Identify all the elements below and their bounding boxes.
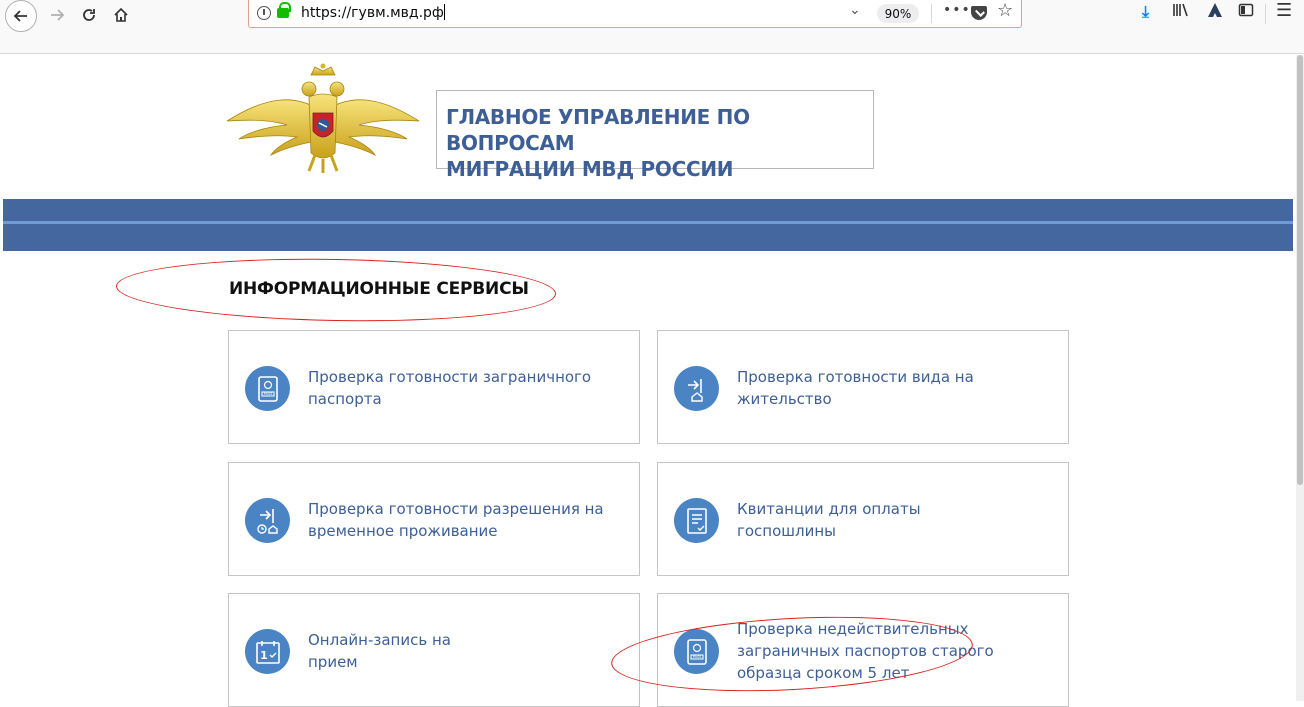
reload-icon [83,9,95,21]
url-bar[interactable]: https://гувм.мвд.рф ⌄ 90% ••• ☆ [248,0,1022,28]
card-label[interactable]: Проверка готовности вида на жительство [737,366,1052,410]
scrollbar[interactable] [1296,55,1304,701]
browser-toolbar: https://гувм.мвд.рф ⌄ 90% ••• ☆ ⤓ ☰ [0,0,1304,54]
service-card-passport-check[interactable]: PASS Проверка готовности заграничного пас… [228,330,640,444]
service-card-online-appointment[interactable]: 1 Онлайн-запись на прием [228,593,640,707]
card-label[interactable]: Онлайн-запись на прием [308,629,623,673]
residence-icon [674,366,719,411]
back-button[interactable] [5,0,37,32]
home-icon [114,7,128,22]
header-title-line-2: МИГРАЦИИ МВД РОССИИ [446,157,734,181]
annotation-ellipse [115,255,557,325]
calendar-icon: 1 [245,629,290,674]
header-title-box: ГЛАВНОЕ УПРАВЛЕНИЕ ПО ВОПРОСАМ МИГРАЦИИ … [436,90,874,181]
banner-stripe [3,221,1293,224]
url-text[interactable]: https://гувм.мвд.рф [301,4,445,21]
forward-button[interactable] [42,0,72,30]
service-card-residence-check[interactable]: Проверка готовности вида на жительство [657,330,1069,444]
card-label[interactable]: Квитанции для оплаты госпошлины [737,498,1052,542]
service-card-fee-receipts[interactable]: Квитанции для оплаты госпошлины [657,462,1069,576]
chevron-down-icon[interactable]: ⌄ [849,2,861,18]
header-title-line-1: ГЛАВНОЕ УПРАВЛЕНИЕ ПО ВОПРОСАМ [446,105,750,155]
page-actions-button[interactable]: ••• [943,2,971,18]
page-content: ГЛАВНОЕ УПРАВЛЕНИЕ ПО ВОПРОСАМ МИГРАЦИИ … [3,55,1293,707]
separator [931,4,932,23]
bookmark-star-icon[interactable]: ☆ [997,0,1013,21]
svg-text:PASS: PASS [263,392,273,396]
menu-icon[interactable]: ☰ [1276,0,1292,21]
arrow-right-icon [51,9,65,21]
card-label[interactable]: Проверка готовности разрешения на временн… [308,498,623,542]
pocket-icon[interactable] [971,6,987,20]
passport-icon: PASS [245,366,290,411]
temporary-residence-icon [245,498,290,543]
header-banner [3,199,1293,251]
info-icon[interactable] [257,6,271,20]
reload-button[interactable] [74,0,104,30]
receipt-icon [674,498,719,543]
svg-text:1: 1 [260,649,268,662]
separator [1265,4,1266,24]
download-icon[interactable]: ⤓ [1142,2,1149,22]
home-button[interactable] [106,0,136,30]
zoom-level[interactable]: 90% [877,4,919,23]
lock-icon[interactable] [277,2,291,18]
library-icon[interactable] [1172,2,1190,22]
sync-icon[interactable] [1206,2,1224,22]
card-label[interactable]: Проверка готовности заграничного паспорта [308,366,623,410]
sidebar-icon[interactable] [1238,2,1254,22]
scrollbar-thumb[interactable] [1297,55,1303,485]
mvd-emblem-icon [226,63,420,173]
service-card-temporary-residence-check[interactable]: Проверка готовности разрешения на временн… [228,462,640,576]
arrow-left-icon [13,10,27,22]
